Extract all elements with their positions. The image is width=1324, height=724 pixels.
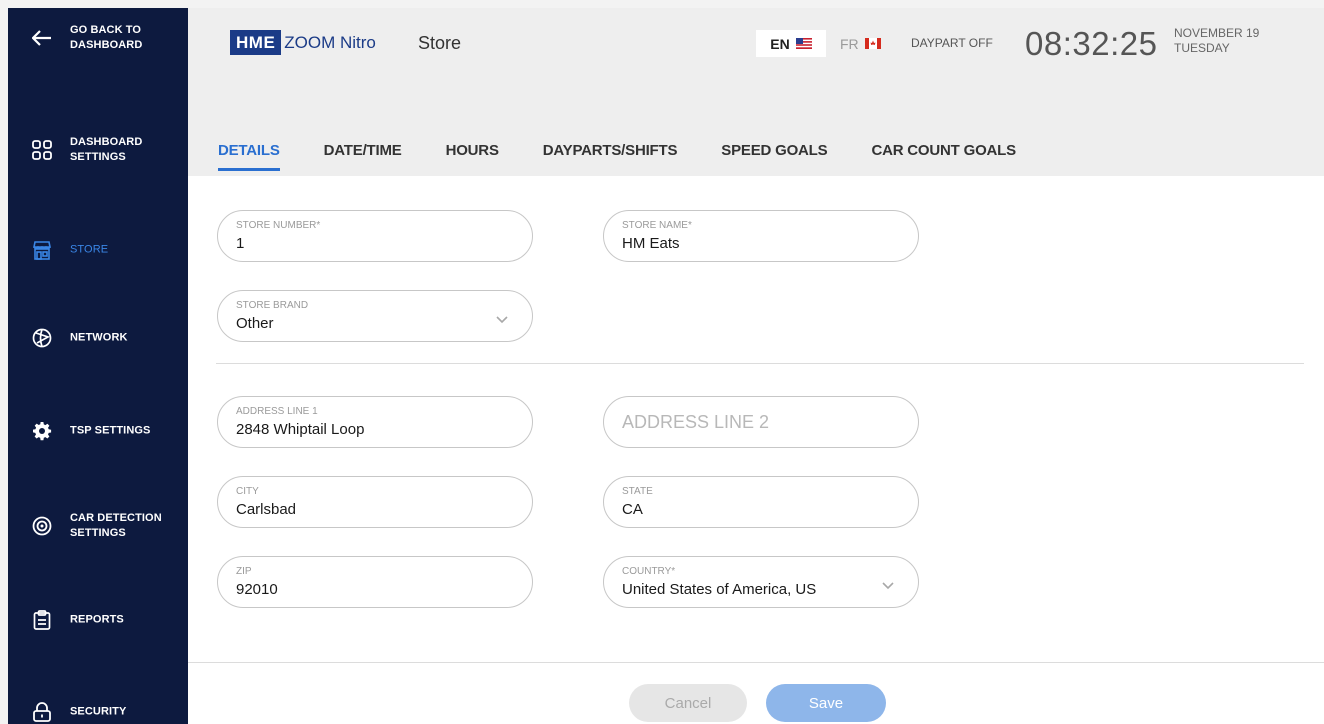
- tab-details[interactable]: DETAILS: [218, 142, 280, 171]
- zip-label: ZIP: [236, 566, 252, 577]
- sidebar-item-label: DASHBOARD SETTINGS: [70, 136, 143, 163]
- gear-icon: [31, 420, 53, 442]
- country-value[interactable]: [608, 579, 868, 599]
- page: GO BACK TO DASHBOARD DASHBOARD SETTINGS …: [8, 8, 1324, 724]
- language-en-button[interactable]: EN: [756, 30, 826, 57]
- sidebar-item-reports[interactable]: REPORTS: [8, 594, 188, 646]
- country-label: COUNTRY*: [622, 566, 676, 577]
- sidebar-item-security[interactable]: SECURITY: [8, 686, 188, 724]
- sidebar-item-car-detection[interactable]: CAR DETECTION SETTINGS: [8, 500, 188, 552]
- store-brand-label: STORE BRAND: [236, 300, 309, 311]
- footer-divider: [188, 662, 1324, 663]
- state-field[interactable]: STATE: [603, 476, 919, 528]
- sidebar-item-label: SECURITY: [70, 705, 127, 718]
- sidebar-item-dashboard-settings[interactable]: DASHBOARD SETTINGS: [8, 124, 188, 176]
- radar-icon: [31, 515, 53, 537]
- sidebar-item-label: REPORTS: [70, 613, 124, 626]
- canada-flag-icon: [864, 36, 881, 52]
- tab-bar: DETAILS DATE/TIME HOURS DAYPARTS/SHIFTS …: [218, 142, 1060, 171]
- store-icon: [31, 239, 53, 261]
- sidebar-item-tsp-settings[interactable]: TSP SETTINGS: [8, 405, 188, 457]
- tab-speed-goals[interactable]: SPEED GOALS: [721, 142, 827, 171]
- tab-car-count-goals[interactable]: CAR COUNT GOALS: [871, 142, 1016, 171]
- daypart-status: DAYPART OFF: [911, 36, 993, 50]
- state-input[interactable]: [608, 499, 868, 519]
- address-line-1-input[interactable]: [222, 419, 482, 439]
- city-input[interactable]: [222, 499, 482, 519]
- logo-hme-text: HME: [230, 30, 282, 55]
- tab-date-time[interactable]: DATE/TIME: [324, 142, 402, 171]
- sidebar: GO BACK TO DASHBOARD DASHBOARD SETTINGS …: [8, 8, 188, 724]
- address-line-1-field[interactable]: ADDRESS LINE 1: [217, 396, 533, 448]
- date-block: NOVEMBER 19 TUESDAY: [1174, 26, 1259, 56]
- sidebar-item-label: GO BACK TO DASHBOARD: [70, 24, 143, 51]
- logo-product-text: ZOOM Nitro: [284, 32, 376, 52]
- sidebar-item-go-back[interactable]: GO BACK TO DASHBOARD: [8, 12, 188, 64]
- store-brand-select[interactable]: STORE BRAND: [217, 290, 533, 342]
- header: HME ZOOM Nitro Store EN FR DAYPART OFF 0…: [188, 8, 1324, 176]
- sidebar-item-label: STORE: [70, 243, 109, 256]
- tab-dayparts-shifts[interactable]: DAYPARTS/SHIFTS: [543, 142, 678, 171]
- section-divider: [216, 363, 1304, 364]
- grid-icon: [31, 139, 53, 161]
- city-label: CITY: [236, 486, 259, 497]
- us-flag-icon: [795, 36, 812, 52]
- zip-field[interactable]: ZIP: [217, 556, 533, 608]
- store-name-input[interactable]: [608, 233, 868, 253]
- address-line-1-label: ADDRESS LINE 1: [236, 406, 318, 417]
- address-line-2-field[interactable]: ADDRESS LINE 2: [603, 396, 919, 448]
- clock: 08:32:25: [1025, 25, 1158, 62]
- network-icon: [31, 327, 53, 349]
- cancel-button[interactable]: Cancel: [629, 684, 747, 722]
- sidebar-item-label: TSP SETTINGS: [70, 424, 151, 437]
- sidebar-item-label: NETWORK: [70, 331, 128, 344]
- language-en-label: EN: [770, 35, 790, 52]
- chevron-down-icon[interactable]: [496, 311, 508, 329]
- chevron-down-icon[interactable]: [882, 577, 894, 595]
- lock-icon: [31, 701, 53, 723]
- store-number-input[interactable]: [222, 233, 482, 253]
- arrow-left-icon: [31, 27, 53, 49]
- store-brand-value[interactable]: [222, 313, 482, 333]
- zip-input[interactable]: [222, 579, 482, 599]
- date-label: NOVEMBER 19: [1174, 26, 1260, 40]
- store-name-label: STORE NAME*: [622, 220, 692, 231]
- sidebar-item-label: CAR DETECTION SETTINGS: [70, 512, 162, 539]
- store-number-field[interactable]: STORE NUMBER*: [217, 210, 533, 262]
- language-fr-label: FR: [840, 35, 859, 52]
- state-label: STATE: [622, 486, 653, 497]
- sidebar-item-network[interactable]: NETWORK: [8, 312, 188, 364]
- tab-hours[interactable]: HOURS: [446, 142, 499, 171]
- store-name-field[interactable]: STORE NAME*: [603, 210, 919, 262]
- weekday-label: TUESDAY: [1174, 41, 1230, 55]
- store-number-label: STORE NUMBER*: [236, 220, 321, 231]
- sidebar-item-store[interactable]: STORE: [8, 224, 188, 276]
- page-title: Store: [418, 33, 462, 53]
- language-fr-button[interactable]: FR: [840, 30, 890, 57]
- city-field[interactable]: CITY: [217, 476, 533, 528]
- address-line-2-placeholder: ADDRESS LINE 2: [622, 412, 770, 432]
- hme-logo: HME ZOOM Nitro: [230, 30, 376, 55]
- clipboard-icon: [31, 609, 53, 631]
- save-button[interactable]: Save: [766, 684, 886, 722]
- country-select[interactable]: COUNTRY*: [603, 556, 919, 608]
